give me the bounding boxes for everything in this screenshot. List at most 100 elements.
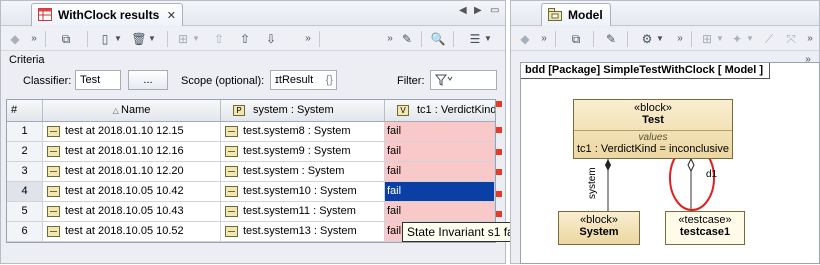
hierarchy-icon[interactable]: ⧉ [57,30,75,48]
overflow-icon[interactable]: » [383,30,397,48]
test-block[interactable]: «block» Test values tc1 : VerdictKind = … [573,99,733,159]
row-number: 2 [7,142,43,162]
back-icon[interactable]: ◆ [7,30,23,48]
gear-icon[interactable]: ⚙ [639,30,655,48]
error-marker[interactable] [496,211,502,217]
scope-label: Scope (optional): [181,75,265,87]
layout-icon[interactable]: ⊞ [175,30,191,48]
system-block[interactable]: «block» System [558,211,640,245]
system-cell[interactable]: test.system : System [221,162,385,182]
chevron-down-icon[interactable]: ▼ [715,30,725,48]
property-icon: P [233,105,245,116]
tc1-cell[interactable]: fail [385,202,495,222]
edit-icon[interactable]: ✎ [603,30,619,48]
instance-icon [47,226,60,237]
move-down-icon[interactable]: ⇩ [263,30,279,48]
block-stereotype: «block» [634,102,672,114]
error-marker[interactable] [496,149,502,155]
system-cell[interactable]: test.system9 : System [221,142,385,162]
hierarchy-icon[interactable]: ⧉ [567,30,585,48]
tab-withclock-results[interactable]: WithClock results ✕ [31,3,183,26]
tc1-cell[interactable]: fail [385,142,495,162]
system-cell[interactable]: test.system10 : System [221,182,385,202]
name-cell[interactable]: test at 2018.10.05 10.43 [43,202,221,222]
name-cell[interactable]: test at 2018.01.10 12.15 [43,122,221,142]
table-row-selected[interactable]: 4 test at 2018.10.05 10.42 test.system10… [7,182,495,202]
name-cell[interactable]: test at 2018.01.10 12.20 [43,162,221,182]
error-marker[interactable] [496,101,502,107]
overflow-icon[interactable]: » [537,30,551,48]
back-icon[interactable]: ◆ [517,30,533,48]
overflow-icon[interactable]: » [27,30,41,48]
delete-icon[interactable]: 🗑 [131,30,147,48]
tab-right-icon[interactable]: ▶ [474,5,482,16]
classifier-browse-button[interactable]: ... [128,70,168,90]
chevron-down-icon[interactable]: ▼ [483,30,493,48]
scope-field[interactable]: ɪtResult {} [270,70,337,90]
maximize-icon[interactable]: ▭ [490,5,499,16]
bdd-diagram[interactable]: bdd [Package] SimpleTestWithClock [ Mode… [520,62,820,264]
chevron-down-icon[interactable]: ▼ [113,30,123,48]
tc1-cell[interactable]: fail [385,182,495,202]
error-marker[interactable] [496,127,502,133]
chevron-down-icon[interactable]: ▼ [147,30,157,48]
classifier-field[interactable]: Test [75,70,121,90]
system-cell[interactable]: test.system13 : System [221,222,385,242]
criteria-title: Criteria [9,54,45,66]
model-tabbar: Model [511,1,819,26]
column-header-tc1[interactable]: V tc1 : VerdictKind [385,100,495,122]
column-header-name[interactable]: △ Name [43,100,221,122]
new-file-icon[interactable]: ▯ [97,30,113,48]
instance-icon [225,206,238,217]
overflow-icon[interactable]: » [803,30,817,48]
overflow-icon[interactable]: » [673,30,687,48]
table-row[interactable]: 5 test at 2018.10.05 10.43 test.system11… [7,202,495,222]
column-header-num[interactable]: # [7,100,43,122]
system-cell[interactable]: test.system8 : System [221,122,385,142]
move-up-icon[interactable]: ⇧ [211,30,227,48]
chevron-down-icon[interactable]: ▼ [745,30,755,48]
tab-title: Model [568,8,603,22]
instance-icon [47,206,60,217]
edit-icon[interactable]: ✎ [399,30,415,48]
filter-field[interactable] [430,70,497,90]
name-cell[interactable]: test at 2018.10.05 10.52 [43,222,221,242]
instance-icon [47,186,60,197]
tab-left-icon[interactable]: ◀ [459,5,467,16]
instance-icon [47,146,60,157]
path-icon[interactable]: ⤧ [783,30,799,48]
columns-icon[interactable]: ☰ [467,30,483,48]
column-header-system[interactable]: P system : System [221,100,385,122]
error-marker[interactable] [496,169,502,175]
tc1-cell[interactable]: fail [385,162,495,182]
testcase-block[interactable]: «testcase» testcase1 [665,211,745,245]
results-toolbar: ◆ » ⧉ ▯ ▼ 🗑 ▼ ⊞ ▼ ⇧ ⇧ ⇩ » » ✎ 🔍 ☰ ▼ [1,27,505,51]
line-icon[interactable]: ⟋ [761,30,777,48]
tab-model[interactable]: Model [541,3,611,26]
name-cell[interactable]: test at 2018.01.10 12.16 [43,142,221,162]
table-row[interactable]: 1 test at 2018.01.10 12.15 test.system8 … [7,122,495,142]
instance-icon [225,166,238,177]
move-up-outline-icon[interactable]: ⇧ [237,30,253,48]
overflow-icon[interactable]: » [301,30,315,48]
block-name: System [579,226,619,238]
scope-expression-icon[interactable]: {} [326,74,333,86]
layout-icon[interactable]: ⊞ [699,30,715,48]
table-row[interactable]: 2 test at 2018.01.10 12.16 test.system9 … [7,142,495,162]
scope-value: ɪtResult [275,74,314,86]
chevron-down-icon[interactable]: ▼ [655,30,665,48]
table-row[interactable]: 3 test at 2018.01.10 12.20 test.system :… [7,162,495,182]
close-icon[interactable]: ✕ [167,9,176,22]
tc1-cell[interactable]: fail [385,122,495,142]
compartment-title: values [638,132,668,143]
name-cell[interactable]: test at 2018.10.05 10.42 [43,182,221,202]
error-marker[interactable] [496,191,502,197]
filter-label: Filter: [397,75,425,87]
instance-icon [225,186,238,197]
search-icon[interactable]: 🔍 [429,30,447,48]
tab-title: WithClock results [58,8,160,22]
table-icon [38,8,52,21]
align-icon[interactable]: ✦ [729,30,745,48]
system-cell[interactable]: test.system11 : System [221,202,385,222]
chevron-down-icon[interactable]: ▼ [191,30,201,48]
